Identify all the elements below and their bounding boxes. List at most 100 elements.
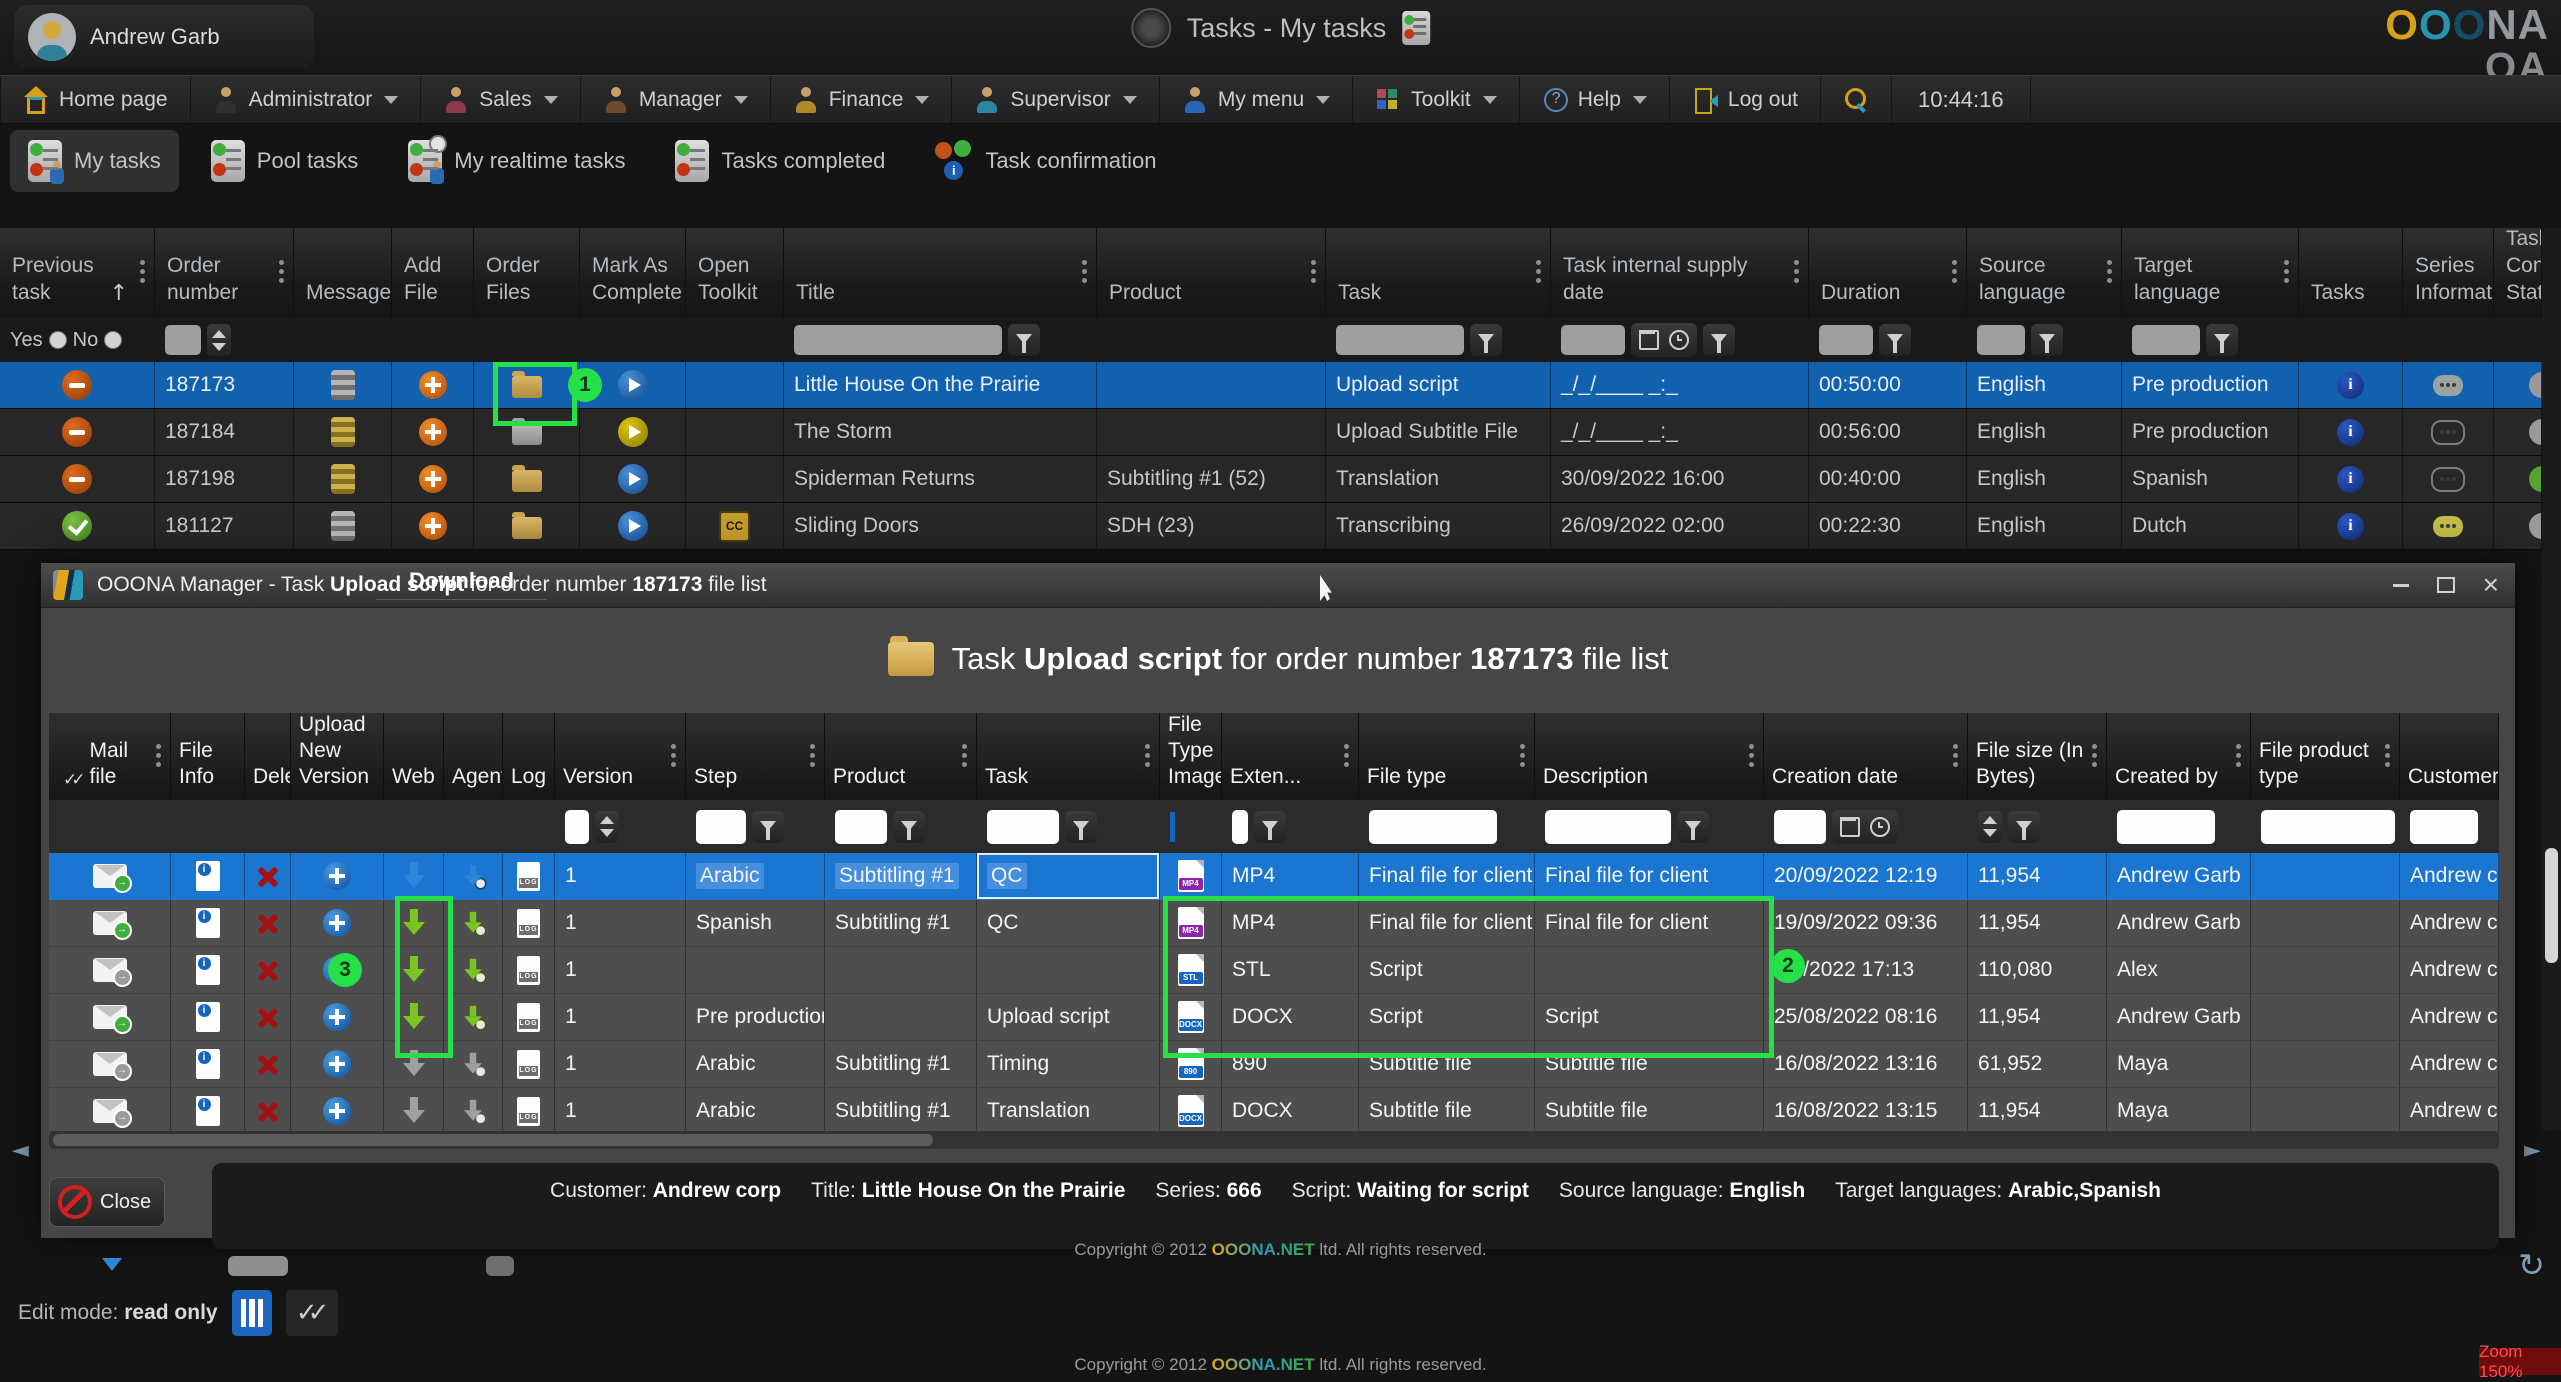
task-info-icon[interactable]: i <box>2337 372 2364 399</box>
duration-filter-input[interactable] <box>1819 325 1873 355</box>
add-file-icon[interactable] <box>419 371 447 399</box>
column-menu-icon[interactable] <box>2236 744 2241 749</box>
download-log-icon[interactable]: LOG <box>517 956 540 985</box>
menu-administrator[interactable]: Administrator <box>191 76 422 123</box>
minimize-icon[interactable] <box>2393 584 2409 587</box>
column-header-log[interactable]: Log <box>503 713 555 800</box>
mail-file-icon[interactable]: → <box>93 864 127 888</box>
file-product-type-filter-input[interactable] <box>2261 810 2395 844</box>
column-header-description[interactable]: Description <box>1535 713 1764 800</box>
delete-icon[interactable] <box>256 1005 280 1029</box>
tab-pool-tasks[interactable]: Pool tasks <box>193 130 377 192</box>
download-log-icon[interactable]: LOG <box>517 1097 540 1126</box>
download-agent-icon[interactable] <box>463 865 482 887</box>
vertical-scrollbar[interactable] <box>2542 228 2561 1130</box>
scroll-left-icon[interactable]: ◄ <box>12 1138 29 1163</box>
column-header-duration[interactable]: Duration <box>1809 228 1967 318</box>
target-language-filter-input[interactable] <box>2132 325 2200 355</box>
column-menu-icon[interactable] <box>1520 744 1525 749</box>
description-filter-input[interactable] <box>1545 810 1671 844</box>
column-header-file-size-in-bytes[interactable]: File size (In Bytes) <box>1968 713 2107 800</box>
series-info-bubble-icon[interactable] <box>2431 467 2465 492</box>
delete-icon[interactable] <box>256 864 280 888</box>
column-header-message[interactable]: Message <box>294 228 392 318</box>
download-agent-icon[interactable] <box>463 1100 482 1122</box>
yes-radio[interactable] <box>49 331 67 349</box>
task-filter-input[interactable] <box>1336 325 1464 355</box>
version-filter-input[interactable] <box>565 810 589 844</box>
order-files-folder-icon[interactable] <box>512 517 542 539</box>
mark-as-complete-icon[interactable] <box>618 511 648 541</box>
task-info-icon[interactable]: i <box>2337 419 2364 446</box>
menu-home-page[interactable]: Home page <box>0 76 191 123</box>
step-filter-icon[interactable] <box>752 811 784 843</box>
column-menu-icon[interactable] <box>1344 744 1349 749</box>
column-header-tasks[interactable]: Tasks <box>2299 228 2403 318</box>
column-header-exten[interactable]: Exten... <box>1222 713 1359 800</box>
column-header-title[interactable]: Title <box>784 228 1097 318</box>
download-log-icon[interactable]: LOG <box>517 862 540 891</box>
column-menu-icon[interactable] <box>1311 260 1316 265</box>
column-menu-icon[interactable] <box>810 744 815 749</box>
column-menu-icon[interactable] <box>1749 744 1754 749</box>
column-menu-icon[interactable] <box>2385 744 2390 749</box>
file-info-icon[interactable] <box>196 955 220 985</box>
column-header-target-language[interactable]: Target language <box>2122 228 2299 318</box>
series-info-bubble-icon[interactable] <box>2433 516 2463 537</box>
description-filter-icon[interactable] <box>1677 811 1709 843</box>
product-filter-icon[interactable] <box>893 811 925 843</box>
column-menu-icon[interactable] <box>140 260 145 265</box>
mail-file-icon[interactable]: → <box>93 958 127 982</box>
mark-as-complete-icon[interactable] <box>618 370 648 400</box>
customer-filter-input[interactable] <box>2410 810 2478 844</box>
duration-filter-icon[interactable] <box>1879 324 1911 356</box>
mail-file-icon[interactable]: → <box>93 1099 127 1123</box>
no-radio[interactable] <box>104 331 122 349</box>
close-button[interactable]: Close <box>49 1177 165 1227</box>
scroll-right-icon[interactable]: ► <box>2524 1138 2541 1163</box>
upload-new-version-icon[interactable] <box>323 1097 351 1125</box>
user-chip[interactable]: Andrew Garb <box>14 5 314 69</box>
mark-as-complete-icon[interactable] <box>618 417 648 447</box>
scrollbar-thumb[interactable] <box>2545 848 2558 963</box>
menu-log-out[interactable]: Log out <box>1670 76 1821 123</box>
column-header-mark-as-complete[interactable]: Mark As Complete <box>580 228 686 318</box>
title-filter-icon[interactable] <box>1008 324 1040 356</box>
column-header-file-type-image[interactable]: File Type Image <box>1160 713 1222 800</box>
open-toolkit-cc-icon[interactable]: CC <box>719 511 750 542</box>
column-header-open-toolkit[interactable]: Open Toolkit <box>686 228 784 318</box>
maximize-icon[interactable] <box>2437 577 2455 593</box>
supply-date-filter-icon[interactable] <box>1703 324 1735 356</box>
download-log-icon[interactable]: LOG <box>517 909 540 938</box>
created-by-filter-input[interactable] <box>2117 810 2215 844</box>
order-files-folder-icon[interactable] <box>512 470 542 492</box>
column-header-task-confirmation-status[interactable]: Task Confirmation Status <box>2494 228 2542 318</box>
column-header-task[interactable]: Task <box>1326 228 1551 318</box>
message-icon[interactable] <box>331 511 355 541</box>
extension-filter-icon[interactable] <box>1254 811 1286 843</box>
menu-help[interactable]: Help <box>1520 76 1670 123</box>
column-menu-icon[interactable] <box>1794 260 1799 265</box>
column-header-step[interactable]: Step <box>686 713 825 800</box>
step-filter-input[interactable] <box>696 810 746 844</box>
add-file-icon[interactable] <box>419 418 447 446</box>
upload-new-version-icon[interactable] <box>323 909 351 937</box>
calendar-icon[interactable] <box>1639 330 1659 350</box>
tab-my-realtime-tasks[interactable]: My realtime tasks <box>390 130 643 192</box>
column-menu-icon[interactable] <box>671 744 676 749</box>
upload-new-version-icon[interactable] <box>323 1003 351 1031</box>
column-menu-icon[interactable] <box>279 260 284 265</box>
column-header-previous-task[interactable]: Previous task↑ <box>0 228 155 318</box>
message-icon[interactable] <box>331 370 355 400</box>
order-number-filter-input[interactable] <box>165 325 201 355</box>
column-header-series-information[interactable]: Series Information <box>2403 228 2494 318</box>
column-header-created-by[interactable]: Created by <box>2107 713 2251 800</box>
delete-icon[interactable] <box>256 911 280 935</box>
file-info-icon[interactable] <box>196 1096 220 1126</box>
download-web-icon[interactable] <box>402 862 426 890</box>
column-header-product[interactable]: Product <box>1097 228 1326 318</box>
source-language-filter-input[interactable] <box>1977 325 2025 355</box>
task-info-icon[interactable]: i <box>2337 466 2364 493</box>
task-filter-input[interactable] <box>987 810 1059 844</box>
column-header-order-files[interactable]: Order Files <box>474 228 580 318</box>
